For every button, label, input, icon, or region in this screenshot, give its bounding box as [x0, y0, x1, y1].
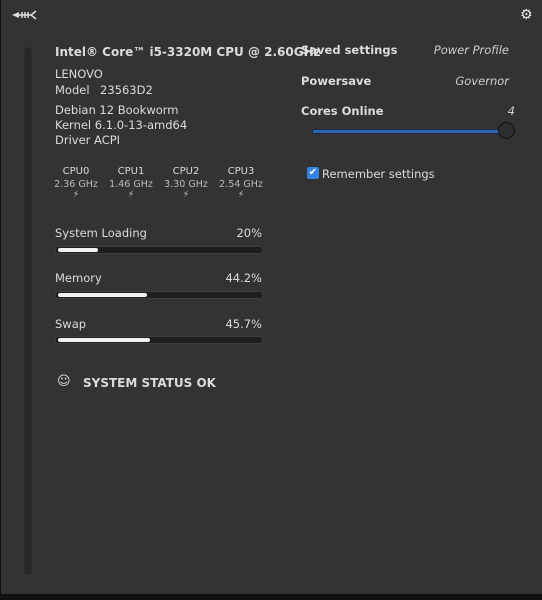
cpu-freq: 2.36	[54, 179, 76, 190]
memory-bar	[55, 291, 263, 299]
cores-online-label: Cores Online	[301, 104, 384, 118]
fish-bone-icon[interactable]	[11, 10, 37, 20]
smiley-icon: ☺	[57, 374, 71, 389]
cpu-item: CPU1 1.46 GHz ⚡	[106, 166, 156, 200]
bar-fill	[58, 338, 151, 342]
os-name: Debian 12 Bookworm	[55, 103, 179, 117]
system-loading-bar	[55, 246, 263, 254]
cpu-unit: GHz	[133, 179, 153, 190]
model-value: 23563D2	[100, 83, 153, 97]
cpu-unit: GHz	[243, 179, 263, 190]
cpu-name: CPU3	[227, 166, 255, 177]
remember-settings-label[interactable]: Remember settings	[322, 167, 435, 181]
cores-online-value: 4	[507, 104, 515, 118]
cpu-name: CPU2	[172, 166, 200, 177]
cpu-list: CPU0 2.36 GHz ⚡ CPU1 1.46 GHz ⚡ CPU2 3.30 GHz…	[51, 166, 266, 200]
cpu-unit: GHz	[78, 179, 98, 190]
cpu-name: CPU0	[62, 166, 90, 177]
governor-label: Governor	[455, 74, 509, 88]
system-status: SYSTEM STATUS OK	[83, 376, 216, 390]
lightning-icon: ⚡	[72, 190, 80, 200]
remember-settings-checkbox[interactable]: ✔	[307, 167, 319, 179]
swap-bar	[55, 336, 263, 344]
vendor: LENOVO	[55, 67, 103, 81]
cpu-item: CPU3 2.54 GHz ⚡	[216, 166, 266, 200]
cpu-item: CPU0 2.36 GHz ⚡	[51, 166, 101, 200]
gear-icon[interactable]: ⚙	[520, 7, 533, 23]
cpu-item: CPU2 3.30 GHz ⚡	[161, 166, 211, 200]
meter-value: 44.2%	[225, 271, 262, 285]
meter-label: Swap	[55, 317, 87, 331]
meter-value: 20%	[236, 226, 262, 240]
app-window: ⚙ Intel® Core™ i5-3320M CPU @ 2.60GHz LE…	[1, 0, 542, 594]
powersave-label[interactable]: Powersave	[301, 74, 371, 88]
saved-settings-label: Saved settings	[301, 43, 398, 57]
cpu-unit: GHz	[188, 179, 208, 190]
cores-slider[interactable]	[312, 129, 510, 134]
lightning-icon: ⚡	[237, 190, 245, 200]
meter-label: Memory	[55, 271, 102, 285]
model-label: Model	[55, 83, 90, 97]
cores-slider-handle[interactable]	[498, 122, 515, 139]
power-profile-label[interactable]: Power Profile	[401, 43, 509, 57]
driver: Driver ACPI	[55, 133, 121, 147]
cpu-name: Intel® Core™ i5-3320M CPU @ 2.60GHz	[55, 45, 321, 59]
kernel: Kernel 6.1.0-13-amd64	[55, 118, 188, 132]
cpu-freq: 3.30	[164, 179, 186, 190]
vertical-slider-track[interactable]	[24, 47, 32, 575]
cpu-freq: 2.54	[219, 179, 241, 190]
cpu-name: CPU1	[117, 166, 145, 177]
bar-fill	[58, 293, 148, 297]
lightning-icon: ⚡	[127, 190, 135, 200]
cpu-freq: 1.46	[109, 179, 131, 190]
meter-label: System Loading	[55, 226, 147, 240]
bar-fill	[58, 248, 99, 252]
lightning-icon: ⚡	[182, 190, 190, 200]
meter-value: 45.7%	[225, 317, 262, 331]
